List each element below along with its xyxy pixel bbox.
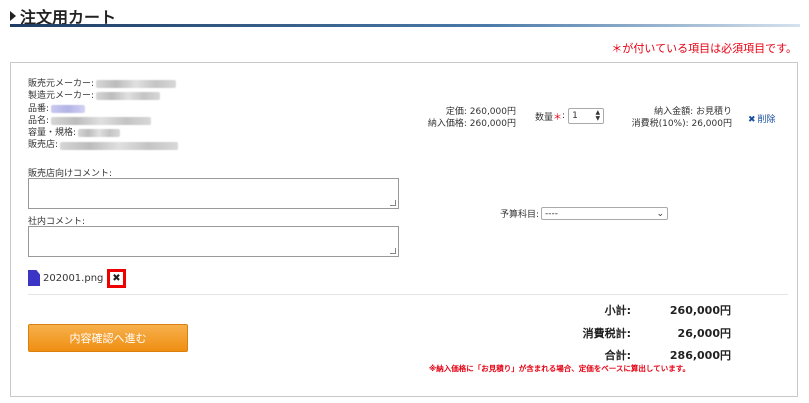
price-block: 定価: 260,000円 納入価格: 260,000円: [422, 106, 516, 130]
delete-label: 削除: [757, 115, 776, 125]
price-footnote: ※納入価格に「お見積り」が含まれる場合、定価をベースに算出しています。: [429, 364, 690, 373]
info-row-capacity: 容量・規格:: [28, 127, 178, 139]
redacted-value: [96, 92, 161, 101]
required-mark: ＊: [553, 112, 563, 123]
redacted-value: [78, 129, 121, 138]
subtotal-value: 260,000円: [669, 304, 731, 318]
subtotal-row: 小計: 260,000円: [571, 299, 731, 322]
tax-amount: 消費税(10%): 26,000円: [631, 119, 732, 129]
budget-value: ----: [545, 208, 559, 219]
title-underline: [10, 24, 800, 27]
info-row-manufacturer: 製造元メーカー:: [28, 90, 178, 102]
budget-select[interactable]: ---- ⌄: [541, 207, 669, 220]
redacted-value: [51, 104, 86, 113]
info-label: 製造元メーカー:: [28, 91, 95, 102]
grand-total-value: 286,000円: [669, 349, 731, 363]
budget-label: 予算科目:: [500, 210, 540, 220]
tax-total-row: 消費税計: 26,000円: [571, 322, 731, 345]
redacted-value: [96, 80, 177, 89]
attachment-name[interactable]: 202001.png: [43, 273, 103, 284]
tax-total-value: 26,000円: [677, 326, 731, 340]
quantity-value: 1: [572, 111, 578, 121]
delivery-amount: 納入金額: お見積り: [654, 107, 732, 117]
subtotal-label: 小計:: [604, 304, 631, 318]
grand-total-label: 合計:: [604, 349, 631, 363]
remove-attachment-button[interactable]: ✖: [107, 269, 126, 288]
order-summary: 小計: 260,000円 消費税計: 26,000円 合計: 286,000円: [571, 299, 731, 367]
quantity-label: 数量: [535, 112, 554, 123]
quantity-stepper[interactable]: 1 ▲ ▼: [568, 108, 605, 124]
list-price: 定価: 260,000円: [445, 107, 516, 117]
required-note: ＊が付いている項目は必須項目です。: [611, 42, 797, 55]
chevron-down-icon: ⌄: [656, 208, 665, 219]
info-label: 品番:: [28, 103, 50, 114]
info-label: 販売元メーカー:: [28, 79, 95, 89]
internal-comment-textarea[interactable]: [28, 226, 399, 257]
attachment: 202001.png: [28, 270, 103, 286]
divider: [28, 294, 788, 295]
close-icon: ✖: [112, 273, 121, 284]
amount-block: 納入金額: お見積り 消費税(10%): 26,000円: [621, 106, 732, 130]
info-label: 容量・規格:: [28, 128, 77, 139]
budget-field: 予算科目: ---- ⌄: [500, 207, 669, 220]
delete-button[interactable]: ✖ 削除: [748, 112, 776, 125]
info-label: 販売店:: [28, 140, 59, 151]
info-row-maker: 販売元メーカー:: [28, 78, 178, 90]
info-row-store: 販売店:: [28, 139, 179, 151]
spinner-icon[interactable]: ▲ ▼: [595, 110, 600, 122]
info-label: 品名:: [28, 115, 50, 126]
redacted-value: [60, 141, 179, 150]
file-icon: [28, 270, 40, 286]
redacted-value: [51, 117, 152, 126]
triangle-icon: [10, 11, 16, 21]
purchase-price: 納入価格: 260,000円: [427, 119, 516, 129]
quantity-colon: :: [562, 111, 566, 121]
info-row-product-name: 品名:: [28, 115, 178, 127]
proceed-button[interactable]: 内容確認へ進む: [28, 324, 188, 352]
info-row-part-number: 品番:: [28, 103, 178, 115]
product-info: 販売元メーカー: 製造元メーカー: 品番: 品名: 容量・規格: 販売店:: [28, 78, 179, 152]
quantity-field: 数量 ＊ : 1 ▲ ▼: [535, 108, 605, 124]
close-icon: ✖: [748, 115, 756, 125]
tax-total-label: 消費税計:: [582, 326, 631, 340]
cart-item-panel: 販売元メーカー: 製造元メーカー: 品番: 品名: 容量・規格: 販売店: 定価…: [10, 62, 798, 397]
seller-comment-textarea[interactable]: [28, 178, 399, 209]
